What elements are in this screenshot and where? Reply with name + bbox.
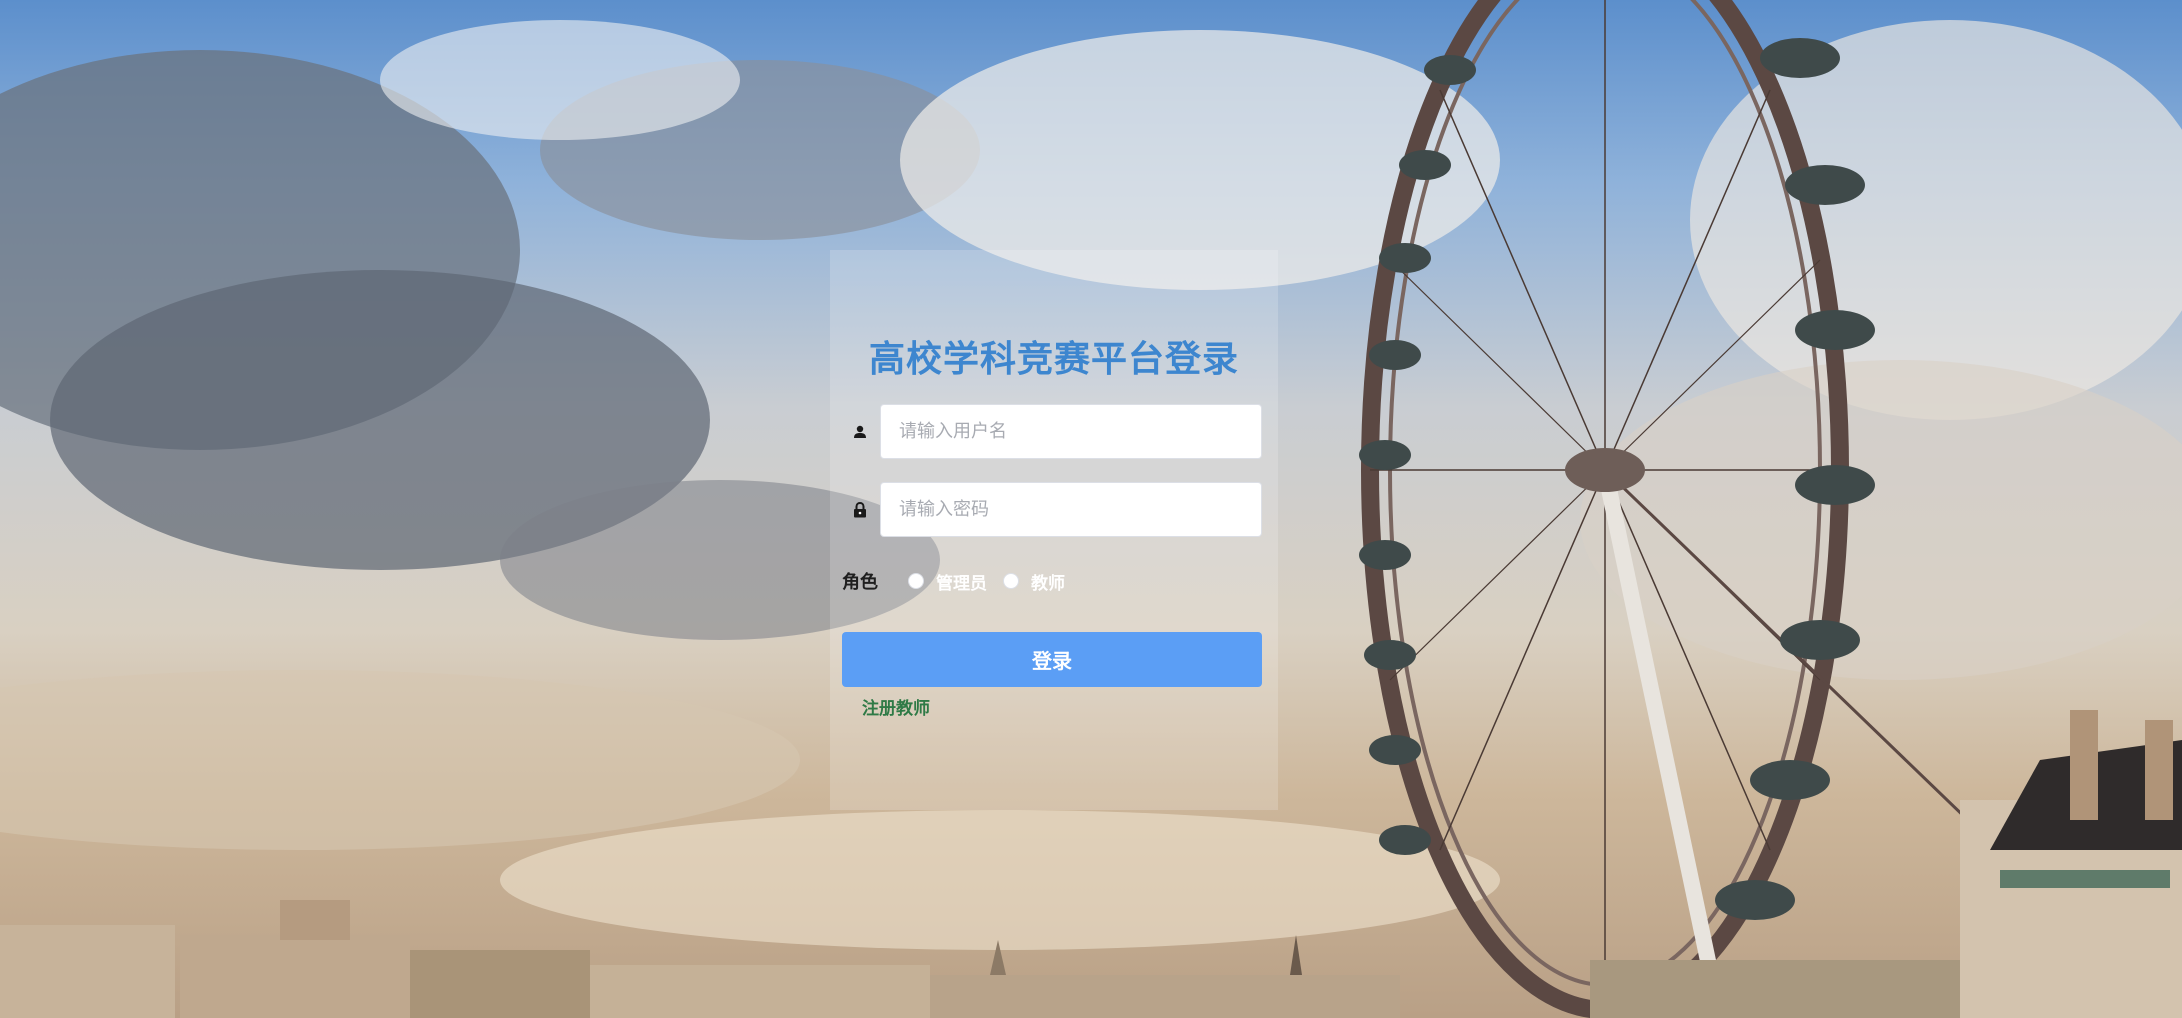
- login-button[interactable]: 登录: [842, 632, 1262, 687]
- page-title: 高校学科竞赛平台登录: [868, 339, 1239, 380]
- lock-icon: [842, 482, 878, 537]
- role-label: 角色: [842, 572, 878, 593]
- username-input[interactable]: [880, 404, 1262, 459]
- password-input[interactable]: [880, 482, 1262, 537]
- role-radio-teacher[interactable]: 教师: [1003, 569, 1065, 594]
- password-row: [842, 482, 1262, 537]
- role-option-label: 教师: [1031, 573, 1065, 594]
- login-panel: 高校学科竞赛平台登录 角色 管理员 教师 登录: [830, 250, 1278, 810]
- role-option-label: 管理员: [936, 573, 987, 594]
- role-selector: 角色 管理员 教师: [842, 566, 1262, 596]
- user-icon: [842, 404, 878, 459]
- role-radio-admin[interactable]: 管理员: [908, 569, 987, 594]
- radio-circle-icon[interactable]: [1003, 573, 1019, 589]
- register-teacher-link[interactable]: 注册教师: [862, 694, 930, 719]
- username-row: [842, 404, 1262, 459]
- radio-circle-icon[interactable]: [908, 573, 924, 589]
